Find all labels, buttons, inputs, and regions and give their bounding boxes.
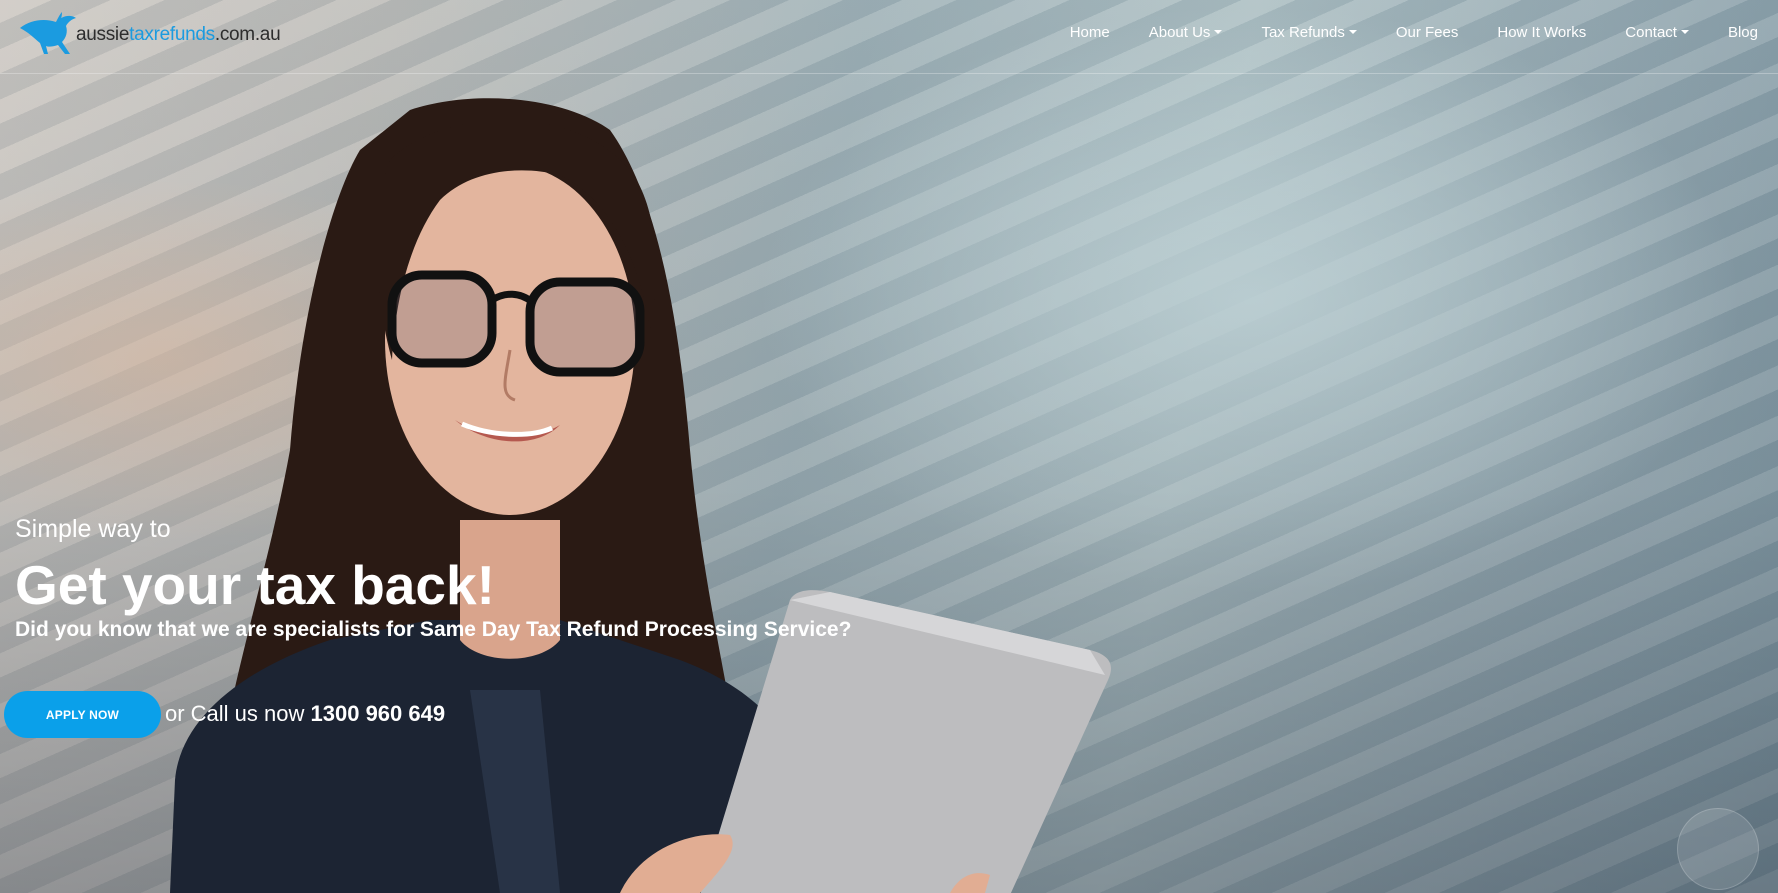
kangaroo-logo-icon [20,12,76,54]
site-logo[interactable]: aussietaxrefunds.com.au [18,10,281,56]
hero-subline: Did you know that we are specialists for… [15,618,852,641]
call-us-line: or Call us now 1300 960 649 [165,701,445,727]
nav-about-us-label: About Us [1148,23,1211,41]
nav-blog[interactable]: Blog [1728,24,1758,41]
top-navbar: aussietaxrefunds.com.au Home About Us Ta… [0,0,1778,74]
logo-aussie: aussie [76,24,130,45]
main-nav: Home About Us Tax Refunds Our Fees How I… [1031,0,1758,64]
hero-photo-woman [170,98,1111,893]
apply-now-button[interactable]: APPLY NOW [4,691,161,738]
caret-down-icon [1348,30,1357,34]
nav-tax-refunds[interactable]: Tax Refunds [1261,23,1357,41]
nav-contact[interactable]: Contact [1625,24,1689,41]
nav-our-fees-label: Our Fees [1395,23,1459,41]
logo-wordmark: aussietaxrefunds.com.au [76,24,281,46]
chat-widget-button[interactable] [1677,808,1759,890]
nav-home[interactable]: Home [1070,24,1110,41]
nav-tax-refunds-label: Tax Refunds [1261,23,1345,41]
nav-our-fees[interactable]: Our Fees [1396,24,1459,41]
call-us-text: or Call us now [165,701,305,726]
nav-how-it-works[interactable]: How It Works [1497,24,1586,41]
logo-domain: .com.au [214,24,281,45]
logo-taxrefunds: taxrefunds [129,24,215,45]
hero-pre-title: Simple way to [15,515,171,543]
hero-headline: Get your tax back! [15,554,495,616]
phone-number[interactable]: 1300 960 649 [311,701,446,726]
caret-down-icon [1680,30,1689,34]
nav-home-label: Home [1069,23,1110,41]
nav-contact-label: Contact [1625,23,1677,41]
nav-about-us[interactable]: About Us [1149,24,1223,41]
nav-how-it-works-label: How It Works [1497,23,1587,41]
nav-blog-label: Blog [1727,23,1758,41]
caret-down-icon [1214,30,1223,34]
